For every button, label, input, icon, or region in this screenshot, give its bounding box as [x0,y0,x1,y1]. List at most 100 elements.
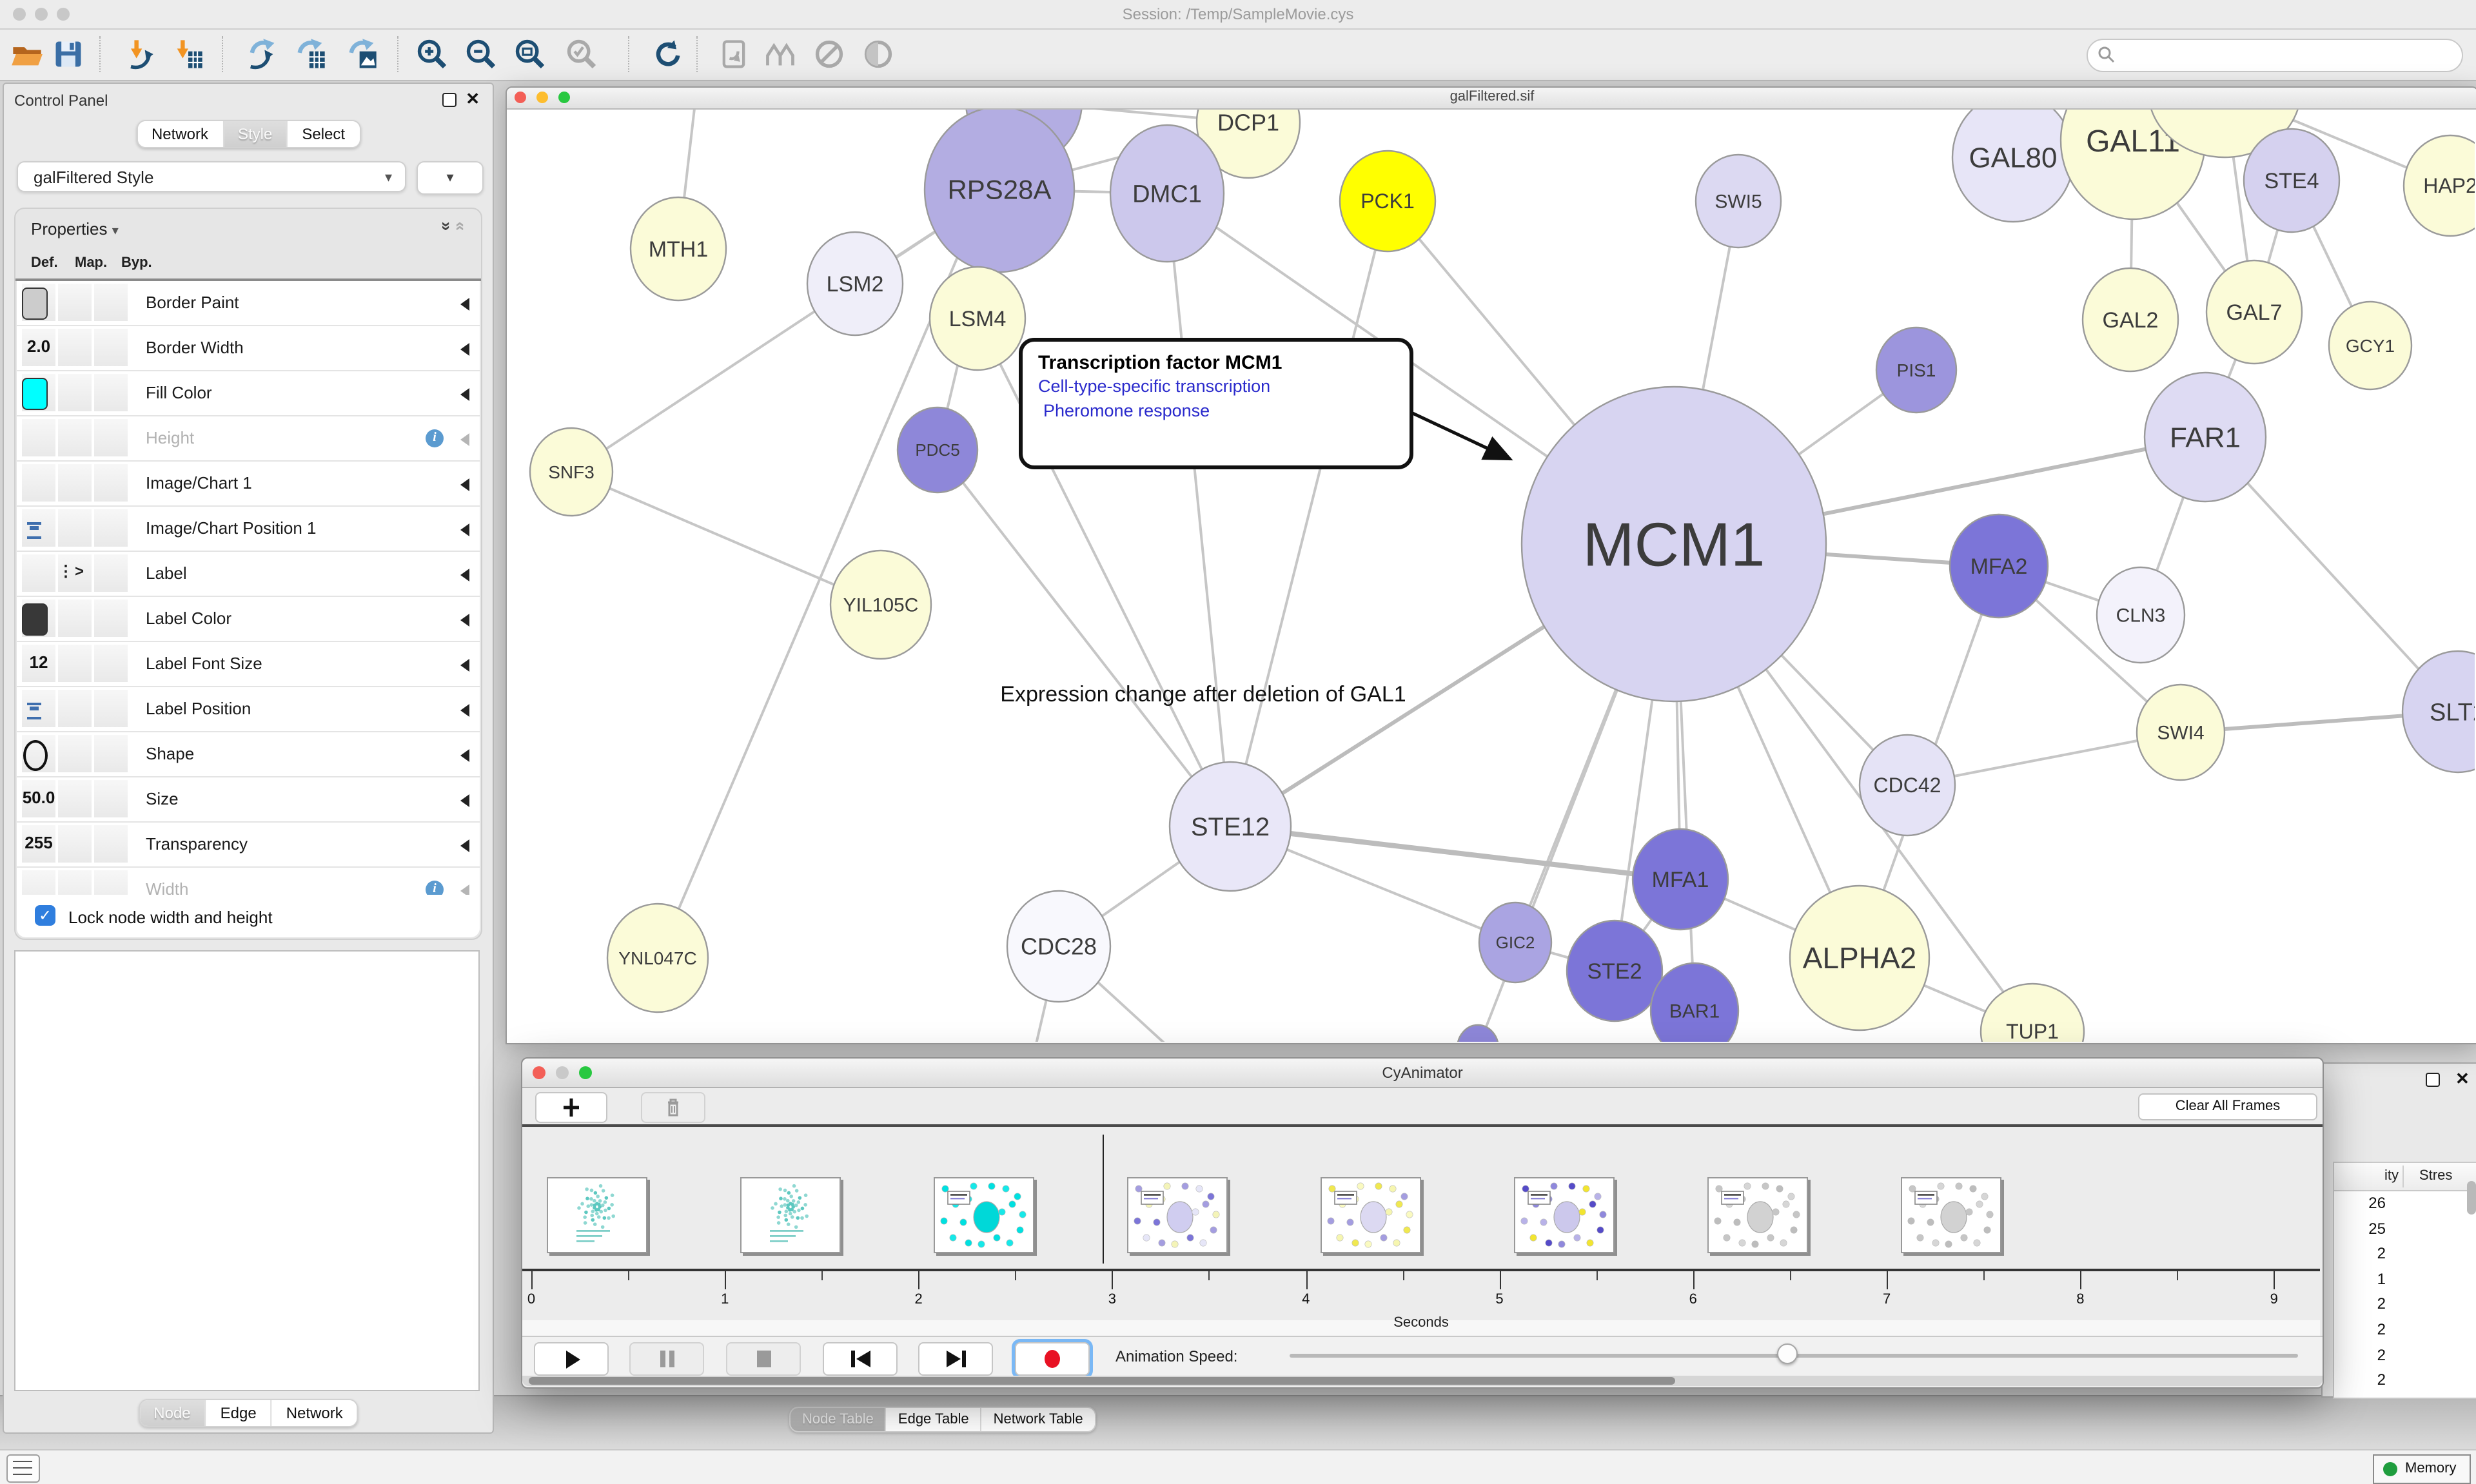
bypass-cell[interactable] [94,690,128,727]
table-cell-value[interactable]: 1 [2334,1267,2386,1293]
frame-thumbnail-6[interactable] [1707,1177,1808,1253]
network-window-title-bar[interactable]: galFiltered.sif [507,88,2476,110]
delete-frame-button[interactable] [641,1092,705,1123]
bypass-cell[interactable] [94,645,128,682]
expand-row-icon[interactable] [460,433,469,446]
cyanimator-title-bar[interactable]: CyAnimator [522,1059,2323,1088]
tab-style[interactable]: Style [224,121,288,147]
default-value-cell[interactable] [22,464,55,502]
property-row-image-chart-position-1[interactable]: Image/Chart Position 1 [17,507,480,552]
property-row-border-paint[interactable]: Border Paint [17,281,480,326]
record-button[interactable] [1015,1342,1090,1376]
style-options-button[interactable]: ▾ [417,161,484,195]
frame-thumbnail-0[interactable] [547,1177,647,1253]
table-scrollbar[interactable] [2467,1181,2476,1215]
mapping-cell[interactable] [58,735,92,772]
mapping-cell[interactable] [58,509,92,547]
network-node-GCY1[interactable]: GCY1 [2329,302,2412,389]
network-node-CLN3[interactable]: CLN3 [2097,567,2185,663]
expand-row-icon[interactable] [460,839,469,852]
table-cell-value[interactable]: 2 [2334,1343,2386,1368]
import-network-icon[interactable] [123,37,156,71]
float-panel-icon[interactable] [2426,1073,2440,1087]
network-node-PIS1[interactable]: PIS1 [1876,327,1956,413]
property-row-label-color[interactable]: Label Color [17,597,480,642]
bypass-cell[interactable] [94,554,128,592]
mapping-cell[interactable] [58,780,92,817]
bypass-cell[interactable] [94,825,128,863]
network-node-GAL80[interactable]: GAL80 [1952,110,2074,222]
open-session-icon[interactable] [10,37,44,71]
network-node-YIL105C[interactable]: YIL105C [830,551,931,659]
property-row-label-font-size[interactable]: 12Label Font Size [17,642,480,687]
network-node-MFA1[interactable]: MFA1 [1633,829,1728,930]
network-node-SWI4[interactable]: SWI4 [2137,685,2225,780]
property-row-transparency[interactable]: 255Transparency [17,823,480,868]
network-annotation-box[interactable]: Transcription factor MCM1 Cell-type-spec… [1019,338,1413,469]
bypass-cell[interactable] [94,509,128,547]
table-tab-edge-table[interactable]: Edge Table [887,1408,982,1431]
network-node-STE4[interactable]: STE4 [2244,129,2339,232]
network-node-TUP1[interactable]: TUP1 [1981,984,2084,1042]
zoom-out-icon[interactable] [464,37,498,71]
network-node-MTH1[interactable]: MTH1 [631,197,726,300]
frame-thumbnail-2[interactable] [934,1177,1034,1253]
info-icon[interactable]: i [426,429,444,447]
expand-row-icon[interactable] [460,659,469,672]
table-header[interactable]: ity Stres [2334,1163,2476,1191]
skip-to-end-button[interactable] [918,1342,993,1376]
bypass-cell[interactable] [94,600,128,637]
memory-button[interactable]: Memory [2373,1454,2471,1484]
network-node-SLT2[interactable]: SLT2 [2402,651,2475,772]
collapse-expand-icons[interactable]: » « [442,217,466,236]
network-node-CDC28[interactable]: CDC28 [1007,891,1110,1002]
network-node-GAL7[interactable]: GAL7 [2206,260,2302,364]
stop-button[interactable] [726,1342,801,1376]
properties-header[interactable]: Properties ▾ [31,219,119,239]
property-row-label[interactable]: ⋮>Label [17,552,480,597]
expand-row-icon[interactable] [460,614,469,627]
property-row-border-width[interactable]: 2.0Border Width [17,326,480,371]
table-cell-value[interactable]: 2 [2334,1318,2386,1343]
float-panel-icon[interactable] [442,93,457,107]
expand-row-icon[interactable] [460,704,469,717]
add-frame-button[interactable] [535,1092,607,1123]
lock-size-checkbox[interactable]: ✓ [35,905,55,926]
network-node-MCM1[interactable]: MCM1 [1522,387,1826,701]
mapping-cell[interactable] [58,825,92,863]
default-value-cell[interactable] [22,554,55,592]
table-cell-value[interactable]: 2 [2334,1368,2386,1393]
timeline-playhead[interactable] [1103,1135,1104,1264]
tab-network[interactable]: Network [137,121,224,147]
annotation-link[interactable]: Pheromone response [1038,398,1410,423]
expand-row-icon[interactable] [460,569,469,581]
table-cell-value[interactable]: 2 [2334,1293,2386,1318]
network-node-FAR1[interactable]: FAR1 [2145,373,2266,502]
clear-all-frames-button[interactable]: Clear All Frames [2138,1093,2317,1120]
search-input[interactable] [2087,39,2463,72]
frame-thumbnail-7[interactable] [1901,1177,2001,1253]
table-cell-value[interactable]: 26 [2334,1191,2386,1216]
show-panels-button[interactable] [6,1454,40,1483]
mapping-cell[interactable] [58,600,92,637]
expand-row-icon[interactable] [460,478,469,491]
table-tab-node-table[interactable]: Node Table [791,1408,887,1431]
expand-row-icon[interactable] [460,523,469,536]
network-node-PCK1[interactable]: PCK1 [1340,151,1435,251]
expand-row-icon[interactable] [460,749,469,762]
network-node-nsm[interactable] [1457,1025,1498,1042]
network-node-GAL2[interactable]: GAL2 [2083,268,2178,371]
zoom-in-icon[interactable] [415,37,449,71]
export-image-icon[interactable] [346,37,379,71]
property-row-label-position[interactable]: Label Position [17,687,480,732]
property-row-image-chart-1[interactable]: Image/Chart 1 [17,462,480,507]
skip-to-start-button[interactable] [823,1342,898,1376]
color-swatch[interactable] [22,603,48,636]
export-network-icon[interactable] [245,37,279,71]
network-node-DMC1[interactable]: DMC1 [1110,125,1224,262]
mapping-cell[interactable] [58,284,92,321]
mapping-cell[interactable] [58,374,92,411]
style-tab-network[interactable]: Network [272,1400,357,1426]
mapping-cell[interactable] [58,419,92,456]
network-node-STE12[interactable]: STE12 [1170,762,1291,891]
